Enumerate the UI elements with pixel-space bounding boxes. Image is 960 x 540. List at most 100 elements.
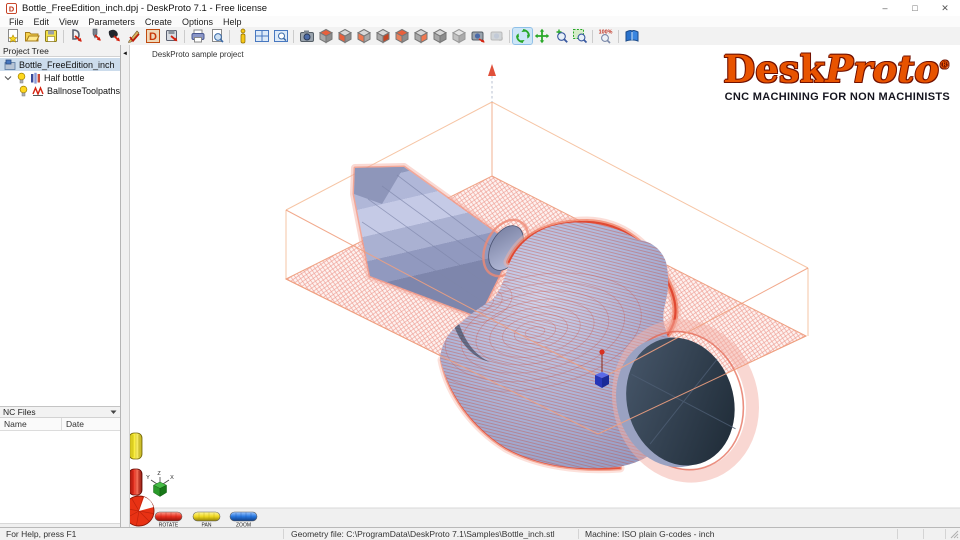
tree-item-operation-label: BallnoseToolpaths: [47, 86, 120, 96]
status-geometry-file: Geometry file: C:\ProgramData\DeskProto …: [291, 529, 555, 539]
new-file-button[interactable]: [3, 28, 22, 44]
view-left-button[interactable]: [354, 28, 373, 44]
part-icon: [30, 72, 41, 84]
logo-proto: Proto: [825, 47, 939, 91]
view-iso-button[interactable]: [430, 28, 449, 44]
tree-item-part[interactable]: Half bottle: [0, 71, 120, 84]
info-button[interactable]: [233, 28, 252, 44]
camera-icon: [299, 28, 315, 44]
print-button[interactable]: [188, 28, 207, 44]
deskproto-d-icon: D: [145, 28, 161, 44]
logo-wordmark: DeskProto®: [723, 51, 950, 88]
axis-x-label: X: [170, 475, 174, 481]
view-cube-left-icon: [356, 28, 372, 44]
view-iso2-button[interactable]: [449, 28, 468, 44]
view-top-button[interactable]: [316, 28, 335, 44]
help-book-icon: [624, 28, 640, 44]
split-view-button[interactable]: [252, 28, 271, 44]
print-preview-icon: [209, 28, 225, 44]
status-separator: [578, 529, 579, 539]
store-view-button[interactable]: [468, 28, 487, 44]
project-tree-header: Project Tree: [0, 45, 120, 57]
orientation-axes: Z Y X: [146, 471, 174, 497]
write-nc-button[interactable]: [162, 28, 181, 44]
rotate-tool-button[interactable]: [513, 28, 532, 44]
zoom-window-tool-button[interactable]: [570, 28, 589, 44]
status-machine: Machine: ISO plain G-codes - inch: [585, 529, 714, 539]
view-right-button[interactable]: [373, 28, 392, 44]
menu-options[interactable]: Options: [177, 17, 218, 27]
project-tree-title: Project Tree: [3, 46, 49, 56]
wizard-operation-button[interactable]: [124, 28, 143, 44]
expander-icon[interactable]: [4, 74, 12, 82]
toolbar: D 100%: [0, 27, 960, 46]
info-icon: [235, 28, 251, 44]
app-icon: D: [6, 3, 17, 14]
main-area: Project Tree Bottle_FreeEdition_inch Hal…: [0, 45, 960, 528]
visibility-bulb-icon[interactable]: [16, 72, 27, 84]
snapshot-button[interactable]: [297, 28, 316, 44]
maximize-button[interactable]: □: [900, 0, 930, 16]
view-side-button[interactable]: [411, 28, 430, 44]
zoom-in-tool-button[interactable]: [551, 28, 570, 44]
minimize-button[interactable]: –: [870, 0, 900, 16]
tree-item-operation[interactable]: BallnoseToolpaths: [0, 84, 120, 97]
close-button[interactable]: ✕: [930, 0, 960, 16]
collapse-arrow-icon[interactable]: ◄: [122, 51, 128, 57]
nav-pill-buttons: ROTATE PAN ZOOM: [155, 512, 257, 528]
menu-view[interactable]: View: [54, 17, 83, 27]
save-file-button[interactable]: [41, 28, 60, 44]
tree-item-project[interactable]: Bottle_FreeEdition_inch: [0, 58, 120, 71]
menu-edit[interactable]: Edit: [29, 17, 55, 27]
split-view-icon: [254, 28, 270, 44]
rotate-tool-icon: [515, 28, 531, 44]
chevron-down-icon[interactable]: [110, 410, 117, 415]
viewport-3d[interactable]: Z Y X ROTATE PAN: [130, 45, 960, 528]
menu-create[interactable]: Create: [140, 17, 177, 27]
pan-tool-icon: [534, 28, 550, 44]
wizard-geometry-button[interactable]: [67, 28, 86, 44]
visibility-bulb-icon[interactable]: [18, 85, 29, 97]
save-icon: [43, 28, 59, 44]
nc-files-title: NC Files: [3, 407, 36, 417]
status-help: For Help, press F1: [6, 529, 76, 539]
recall-view-icon: [489, 28, 505, 44]
pan-tool-button[interactable]: [532, 28, 551, 44]
zoom-100-button[interactable]: 100%: [596, 28, 615, 44]
axis-y-label: Y: [146, 475, 150, 481]
rotate-pill-button[interactable]: ROTATE: [155, 512, 182, 528]
wizard-operation-icon: [126, 28, 142, 44]
status-separator: [945, 529, 946, 539]
wizard-deskproto-button[interactable]: D: [143, 28, 162, 44]
logo-desk: Desk: [723, 47, 825, 91]
zoom-window-tool-icon: [572, 28, 588, 44]
deskproto-logo: DeskProto® CNC MACHINING FOR NON MACHINI…: [723, 51, 950, 103]
preview-pane-button[interactable]: [271, 28, 290, 44]
resize-grip[interactable]: [950, 530, 959, 539]
view-front-button[interactable]: [335, 28, 354, 44]
viewport-caption: DeskProto sample project: [152, 50, 244, 59]
menu-file[interactable]: File: [4, 17, 29, 27]
nc-col-name[interactable]: Name: [0, 418, 62, 430]
menu-help[interactable]: Help: [218, 17, 247, 27]
menu-parameters[interactable]: Parameters: [83, 17, 140, 27]
panel-splitter[interactable]: ◄: [121, 45, 130, 528]
write-nc-icon: [164, 28, 180, 44]
project-icon: [4, 59, 16, 71]
open-folder-icon: [24, 28, 40, 44]
title-bar: D Bottle_FreeEdition_inch.dpj - DeskProt…: [0, 0, 960, 17]
wizard-cutter-icon: [88, 28, 104, 44]
recall-view-button[interactable]: [487, 28, 506, 44]
view-back-button[interactable]: [392, 28, 411, 44]
print-preview-button[interactable]: [207, 28, 226, 44]
new-file-icon: [5, 28, 21, 44]
open-file-button[interactable]: [22, 28, 41, 44]
left-panel: Project Tree Bottle_FreeEdition_inch Hal…: [0, 45, 121, 528]
svg-text:D: D: [149, 31, 157, 43]
wizard-cutter-button[interactable]: [86, 28, 105, 44]
help-button[interactable]: [622, 28, 641, 44]
wizard-part-button[interactable]: [105, 28, 124, 44]
nc-files-header[interactable]: NC Files: [0, 406, 120, 418]
nc-col-date[interactable]: Date: [62, 418, 88, 430]
view-cube-iso-icon: [432, 28, 448, 44]
